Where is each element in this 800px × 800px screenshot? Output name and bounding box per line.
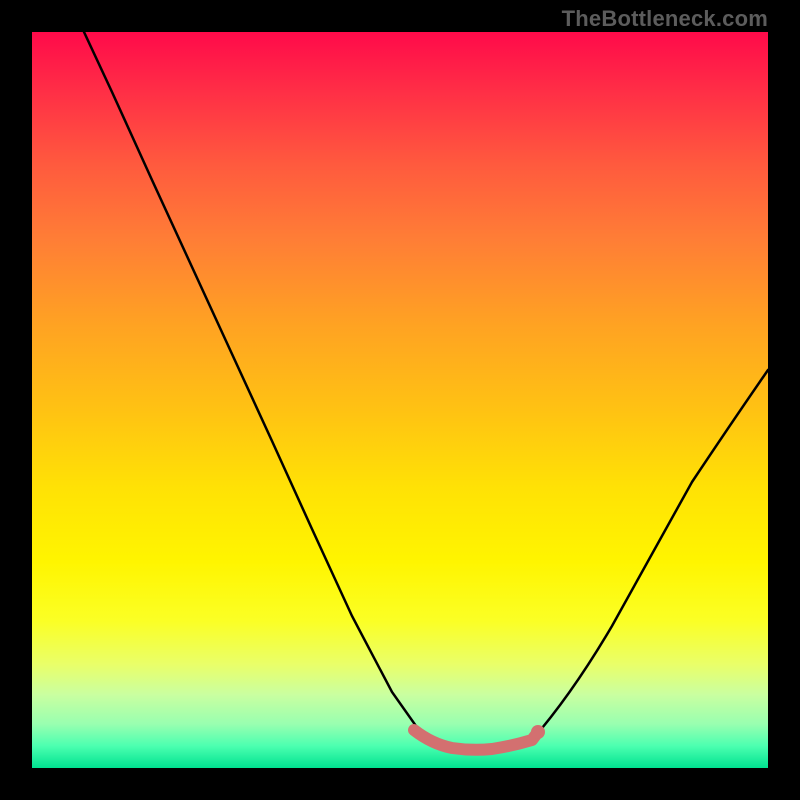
curve-right-branch	[532, 370, 768, 740]
watermark-text: TheBottleneck.com	[562, 6, 768, 32]
chart-frame: TheBottleneck.com	[0, 0, 800, 800]
curve-left-branch	[84, 32, 427, 738]
curve-layer	[32, 32, 768, 768]
bottleneck-end-dot	[531, 725, 545, 739]
plot-area	[32, 32, 768, 768]
bottleneck-highlight	[414, 730, 538, 750]
